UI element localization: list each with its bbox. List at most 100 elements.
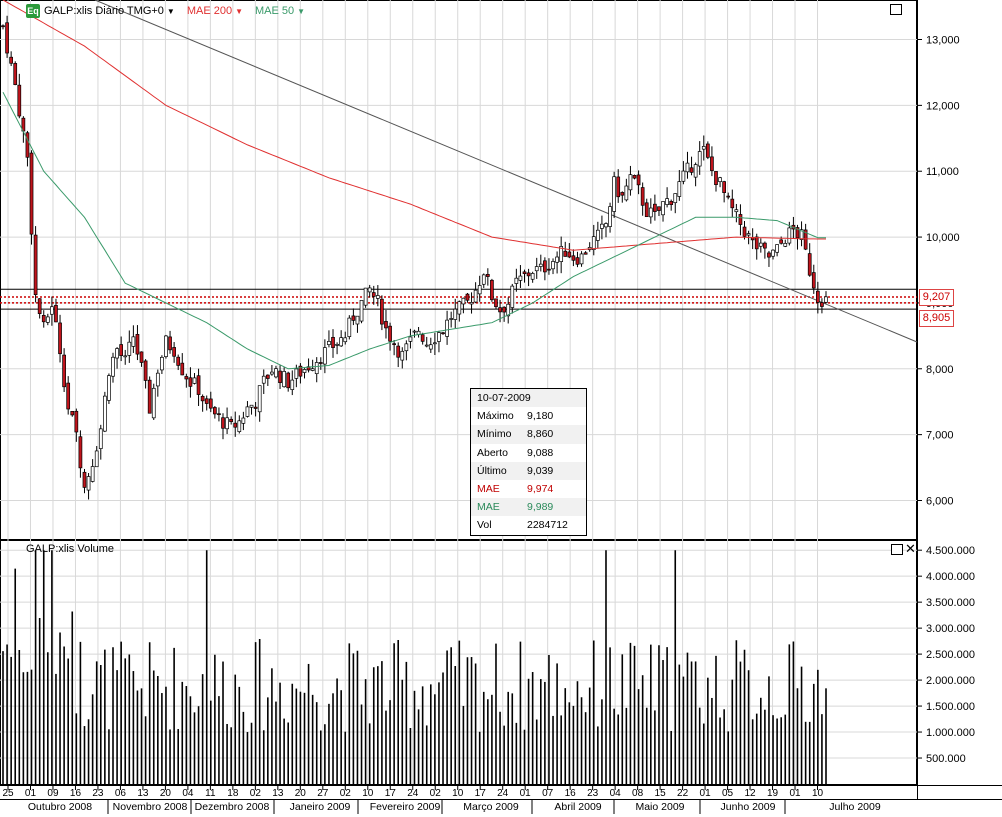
candle-body (188, 377, 193, 387)
volume-tick-label: 4.000.000 (926, 571, 975, 583)
candle-body (245, 406, 250, 417)
dropdown-icon[interactable]: ▼ (297, 7, 305, 16)
tooltip-date: 10-07-2009 (477, 392, 531, 405)
maximize-icon[interactable] (891, 544, 903, 555)
dropdown-icon[interactable]: ▼ (235, 7, 243, 16)
tooltip-value: 9,974 (527, 483, 554, 496)
candle-body (355, 315, 360, 325)
legend-mae200[interactable]: MAE 200 ▼ (187, 5, 243, 17)
dropdown-icon[interactable]: ▼ (167, 7, 175, 16)
candle-body (290, 379, 295, 390)
candle-body (742, 226, 747, 237)
candle-body (481, 274, 486, 285)
candle-body (534, 266, 539, 272)
x-month-label: Fevereiro 2009 (370, 801, 441, 813)
x-month-label: Maio 2009 (635, 801, 684, 813)
data-tooltip: 10-07-2009 Máximo 9,180 Mínimo 8,860 Abert… (470, 388, 587, 536)
candle-body (563, 250, 568, 257)
candle-body (107, 375, 111, 401)
candle-body (323, 347, 327, 365)
candle-body (249, 404, 254, 408)
candle-body (616, 176, 621, 198)
candle-body (363, 287, 368, 306)
x-month-label: Junho 2009 (721, 801, 776, 813)
maximize-icon[interactable] (890, 4, 902, 15)
price-tag-upper: 9,207 (919, 289, 954, 306)
candle-body (547, 268, 551, 271)
volume-tick-label: 1.500.000 (926, 701, 975, 713)
candle-body (685, 162, 690, 173)
candle-body (758, 242, 763, 247)
candle-body (718, 177, 722, 183)
candle-body (632, 175, 637, 179)
candle-body (367, 287, 372, 293)
candle-body (624, 185, 629, 201)
candle-body (331, 336, 335, 348)
candle-body (441, 332, 445, 335)
candle-body (710, 156, 714, 171)
candle-body (583, 252, 588, 255)
candle-body (510, 285, 515, 308)
candle-body (738, 214, 743, 225)
candle-body (127, 341, 132, 356)
candle-body (111, 356, 115, 377)
y-tick-label: 6,000 (926, 495, 954, 507)
candle-body (485, 273, 490, 277)
candle-body (66, 382, 71, 410)
candle-body (392, 343, 396, 346)
candle-body (477, 285, 482, 295)
volume-tick-label: 4.500.000 (926, 545, 975, 557)
candle-body (571, 255, 576, 261)
candle-body (176, 356, 181, 366)
tooltip-row: MAE 9,989 (471, 498, 586, 517)
candle-body (498, 307, 502, 313)
candle-body (763, 242, 767, 249)
candle-body (155, 372, 160, 387)
candle-body (775, 244, 779, 253)
candle-body (490, 279, 494, 301)
candle-body (726, 195, 731, 198)
candle-body (640, 187, 645, 206)
candle-body (172, 347, 176, 357)
candle-body (816, 290, 820, 303)
x-month-label: Abril 2009 (554, 801, 601, 813)
tooltip-date-row: 10-07-2009 (471, 389, 586, 408)
candle-body (17, 84, 22, 117)
tooltip-label: Último (477, 464, 507, 477)
legend-symbol[interactable]: GALP:xlis Diário TMG+0 ▼ (44, 5, 175, 17)
tooltip-value: 9,180 (527, 410, 554, 423)
candle-body (783, 243, 788, 247)
y-tick-label: 7,000 (926, 430, 954, 442)
x-month-label: Março 2009 (463, 801, 519, 813)
candle-body (579, 253, 584, 265)
candle-body (380, 298, 384, 325)
candle-body (600, 223, 604, 229)
eq-badge-icon[interactable]: Eq (26, 4, 40, 18)
candle-body (221, 417, 225, 429)
candle-body (595, 229, 600, 241)
tooltip-row: Mínimo 8,860 (471, 425, 586, 444)
x-month-label: Julho 2009 (829, 801, 881, 813)
candle-body (396, 345, 401, 358)
candle-body (318, 362, 323, 364)
legend-mae50[interactable]: MAE 50 ▼ (255, 5, 305, 17)
candle-body (824, 296, 828, 303)
close-icon[interactable]: ✕ (905, 542, 916, 555)
candle-body (665, 198, 669, 205)
candle-body (555, 256, 559, 263)
candle-body (86, 476, 91, 491)
candle-body (433, 342, 437, 345)
candle-body (233, 422, 238, 428)
tooltip-label: Máximo (477, 410, 514, 423)
volume-tick-label: 3.500.000 (926, 597, 975, 609)
candle-body (461, 297, 466, 305)
candle-body (192, 377, 197, 384)
candle-body (648, 207, 653, 218)
candle-body (45, 316, 50, 323)
candle-body (139, 351, 144, 363)
candle-body (25, 132, 30, 158)
candle-body (673, 193, 678, 204)
candle-body (37, 298, 42, 314)
y-tick-label: 13,000 (926, 35, 960, 47)
y-tick-label: 12,000 (926, 100, 960, 112)
